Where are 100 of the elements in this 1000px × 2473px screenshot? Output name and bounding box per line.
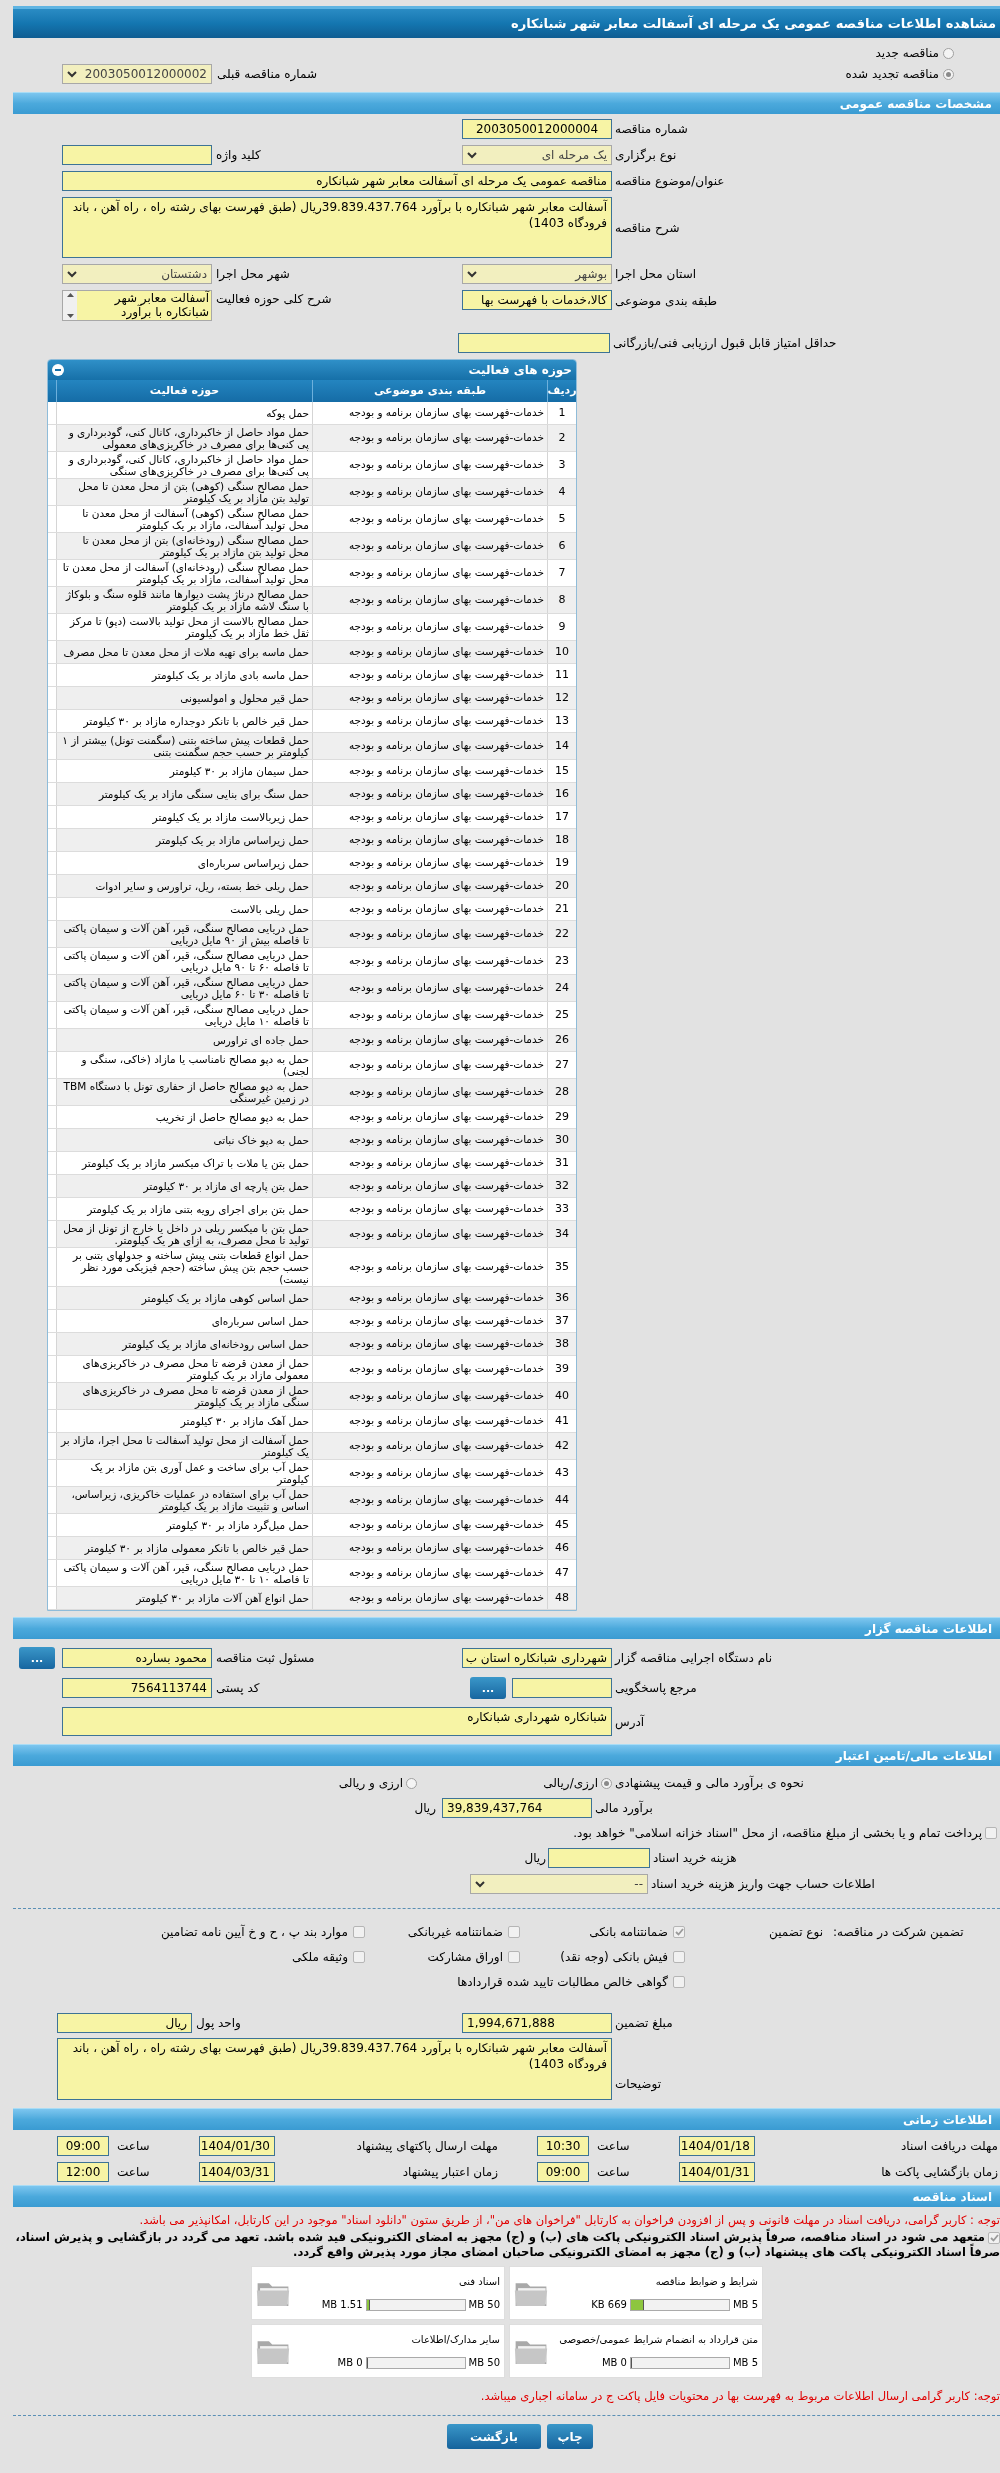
document-title: سایر مدارک/اطلاعات <box>411 2333 500 2347</box>
document-title: متن قرارداد به انضمام شرایط عمومی/خصوصی <box>559 2333 758 2347</box>
section-title: اسناد مناقصه <box>912 2188 992 2206</box>
radio-button[interactable] <box>943 47 954 59</box>
radio-button[interactable] <box>943 68 954 80</box>
table-cell: خدمات-فهرست بهای سازمان برنامه و بودجه <box>312 760 547 782</box>
table-cell: 14 <box>547 733 576 759</box>
field-label: نحوه ی برآورد مالی و قیمت پیشنهادی <box>615 1776 804 1790</box>
reference-field[interactable] <box>512 1678 612 1698</box>
table-cell: حمل آهک مازاد بر ۳۰ کیلومتر <box>56 1410 312 1432</box>
table-cell: حمل مواد حاصل از خاکبرداری، کانال کنی، گودبرداری و پی کنی‌ها برای مصرف در خاکریزی‌های معمولی <box>56 425 312 451</box>
notice-text: توجه : کاربر گرامی، دریافت اسناد در مهلت قانونی و پس از افزودن فراخوان به کارتابل "فراخوان های من"، از طریق ستون "دانلود اسناد" موجود در این کارتابل، امکانپذیر می باشد. <box>138 2213 1000 2228</box>
time-field[interactable]: 09:00 <box>57 2136 109 2156</box>
field-label: اطلاعات حساب جهت واریز هزینه خرید اسناد <box>651 1877 875 1891</box>
field-label: ساعت <box>117 2139 150 2153</box>
table-cell: 12 <box>547 687 576 709</box>
dropdown[interactable]: بوشهر <box>462 264 612 284</box>
table-cell: حمل آب برای ساخت و عمل آوری بتن مازاد بر یک کیلومتر <box>56 1460 312 1486</box>
table-cell: 38 <box>547 1333 576 1355</box>
table-cell: حمل قیر خالص با تانکر معمولی مازاد بر ۳۰ کیلومتر <box>56 1537 312 1559</box>
field-label: نوع برگزاری <box>615 148 677 162</box>
browse-button[interactable]: ... <box>470 1677 506 1699</box>
table-cell: 2 <box>547 425 576 451</box>
browse-button[interactable]: ... <box>19 1647 55 1669</box>
dropdown[interactable]: 2003050012000002 <box>62 64 212 84</box>
tender-number-field[interactable]: 2003050012000004 <box>462 119 612 139</box>
notice-text: توجه: کاربر گرامی ارسال اطلاعات مربوط به فهرست بها در محتویات فایل پاکت ج در سامانه اجباری میباشد. <box>479 2388 1000 2405</box>
address-textarea[interactable]: شبانکاره شهرداری شبانکاره <box>62 1707 612 1736</box>
date-field[interactable]: 1404/01/31 <box>679 2162 755 2182</box>
field-label: آدرس <box>615 1714 645 1729</box>
time-field[interactable]: 10:30 <box>537 2136 589 2156</box>
commitment-text: متعهد می شود در اسناد مناقصه، صرفاً پذیرش اسناد الکترونیکی پاکت های (ب) و (ج) مجهز به امضای الکترونیکی قید شده باشد. تعهد می گردد در بازگشایی و پذیرش اسناد، صرفاً اسناد الکترونیکی پاکت های پیشنهاد (ب) و (ج) مجهز به امضای الکترونیکی صاحبان امضای مجاز مورد پذیرش واقع گردد. <box>14 2230 1000 2260</box>
table-cell: حمل از معدن قرضه تا محل مصرف در خاکریزی‌های معمولی مازاد بر یک کیلومتر <box>56 1356 312 1382</box>
checkbox[interactable] <box>673 1926 685 1938</box>
action-button[interactable]: چاپ <box>547 2424 593 2450</box>
chevron-down-icon <box>467 151 477 159</box>
collapse-icon[interactable] <box>52 364 64 376</box>
action-button[interactable]: بازگشت <box>447 2424 541 2450</box>
table-cell: 26 <box>547 1029 576 1051</box>
dropdown[interactable]: یک مرحله ای <box>462 145 612 165</box>
table-cell: خدمات-فهرست بهای سازمان برنامه و بودجه <box>312 1248 547 1286</box>
field-label: مرجع پاسخگویی <box>615 1681 697 1695</box>
checkbox[interactable] <box>508 1951 520 1963</box>
date-field[interactable]: 1404/03/31 <box>199 2162 275 2182</box>
category-field[interactable]: کالا،خدمات با فهرست بها <box>462 290 612 310</box>
time-field[interactable]: 09:00 <box>537 2162 589 2182</box>
dropdown[interactable]: -- <box>470 1874 648 1894</box>
size-limit: 50 MB <box>468 2298 500 2312</box>
radio-button[interactable] <box>601 1777 612 1789</box>
checkbox[interactable] <box>353 1926 365 1938</box>
date-field[interactable]: 1404/01/18 <box>679 2136 755 2156</box>
guarantee-amount-field[interactable]: 1,994,671,888 <box>462 2013 612 2033</box>
doc-fee-field[interactable] <box>548 1848 650 1868</box>
dropdown[interactable]: دشتستان <box>62 264 212 284</box>
checkbox[interactable] <box>988 2231 1000 2244</box>
subject-field[interactable]: مناقصه عمومی یک مرحله ای آسفالت معابر شهر شبانکاره <box>62 171 612 191</box>
table-cell: خدمات-فهرست بهای سازمان برنامه و بودجه <box>312 948 547 974</box>
min-score-field[interactable] <box>458 333 610 353</box>
table-cell: حمل جاده ای تراورس <box>56 1029 312 1051</box>
keyword-field[interactable] <box>62 145 212 165</box>
table-cell: 24 <box>547 975 576 1001</box>
budget-field[interactable]: 39,839,437,764 <box>442 1798 592 1818</box>
agency-field[interactable]: شهرداری شبانکاره استان ب <box>462 1648 612 1668</box>
section-title: مشخصات مناقصه عمومی <box>839 95 992 113</box>
table-cell: حمل انواع آهن آلات مازاد بر ۳۰ کیلومتر <box>56 1587 312 1609</box>
table-cell: خدمات-فهرست بهای سازمان برنامه و بودجه <box>312 733 547 759</box>
field-label: مهلت ارسال پاکتهای پیشنهاد <box>356 2139 498 2153</box>
table-cell: خدمات-فهرست بهای سازمان برنامه و بودجه <box>312 829 547 851</box>
field-label: شماره مناقصه <box>615 122 688 136</box>
checkbox[interactable] <box>508 1926 520 1938</box>
checkbox[interactable] <box>985 1827 997 1839</box>
size-limit: 50 MB <box>468 2356 500 2370</box>
field-label: ساعت <box>597 2139 630 2153</box>
radio-button[interactable] <box>406 1777 417 1789</box>
field-label: ساعت <box>117 2165 150 2179</box>
checkbox-label: موارد بند پ ، ح و خ آیین نامه تضامین <box>160 1923 348 1941</box>
description-textarea[interactable]: آسفالت معابر شهر شبانکاره با برآورد 39.839.437.764ریال (طبق فهرست بهای رشته راه ، راه آهن ، باند فرودگاه 1403) <box>62 197 612 258</box>
field-label: مبلغ تضمین <box>615 2016 673 2030</box>
checkbox[interactable] <box>353 1951 365 1963</box>
checkbox[interactable] <box>673 1951 685 1963</box>
registrar-field[interactable]: محمود بسارده <box>62 1648 212 1668</box>
table-cell: خدمات-فهرست بهای سازمان برنامه و بودجه <box>312 1002 547 1028</box>
time-field[interactable]: 12:00 <box>57 2162 109 2182</box>
table-cell: 30 <box>547 1129 576 1151</box>
postal-code-field[interactable]: 7564113744 <box>62 1678 212 1698</box>
currency-field[interactable]: ریال <box>57 2013 192 2033</box>
scroll-down-icon[interactable] <box>66 314 74 318</box>
scroll-up-icon[interactable] <box>66 293 74 297</box>
table-cell: حمل بتن با میکسر ریلی در داخل یا خارج از تونل از محل تولید تا محل مصرف، به ازای هر یک کیلومتر. <box>56 1221 312 1247</box>
checkbox[interactable] <box>673 1976 685 1988</box>
size-limit: 5 MB <box>732 2356 758 2370</box>
notes-textarea[interactable]: آسفالت معابر شهر شبانکاره با برآورد 39.839.437.764ریال (طبق فهرست بهای رشته راه ، راه آهن ، باند فرودگاه 1403) <box>57 2038 612 2100</box>
summary-textarea[interactable]: آسفالت معابر شهر شبانکاره با برآورد <box>62 290 212 321</box>
table-cell: خدمات-فهرست بهای سازمان برنامه و بودجه <box>312 533 547 559</box>
table-cell: حمل اساس سرباره‌ای <box>56 1310 312 1332</box>
table-cell: حمل بتن یا ملات با تراک میکسر مازاد بر یک کیلومتر <box>56 1152 312 1174</box>
table-cell: خدمات-فهرست بهای سازمان برنامه و بودجه <box>312 1487 547 1513</box>
date-field[interactable]: 1404/01/30 <box>199 2136 275 2156</box>
scrollbar[interactable] <box>63 291 77 320</box>
table-cell: حمل مصالح سنگی (کوهی) آسفالت از محل معدن تا محل تولید آسفالت، مازاد بر یک کیلومتر <box>56 506 312 532</box>
